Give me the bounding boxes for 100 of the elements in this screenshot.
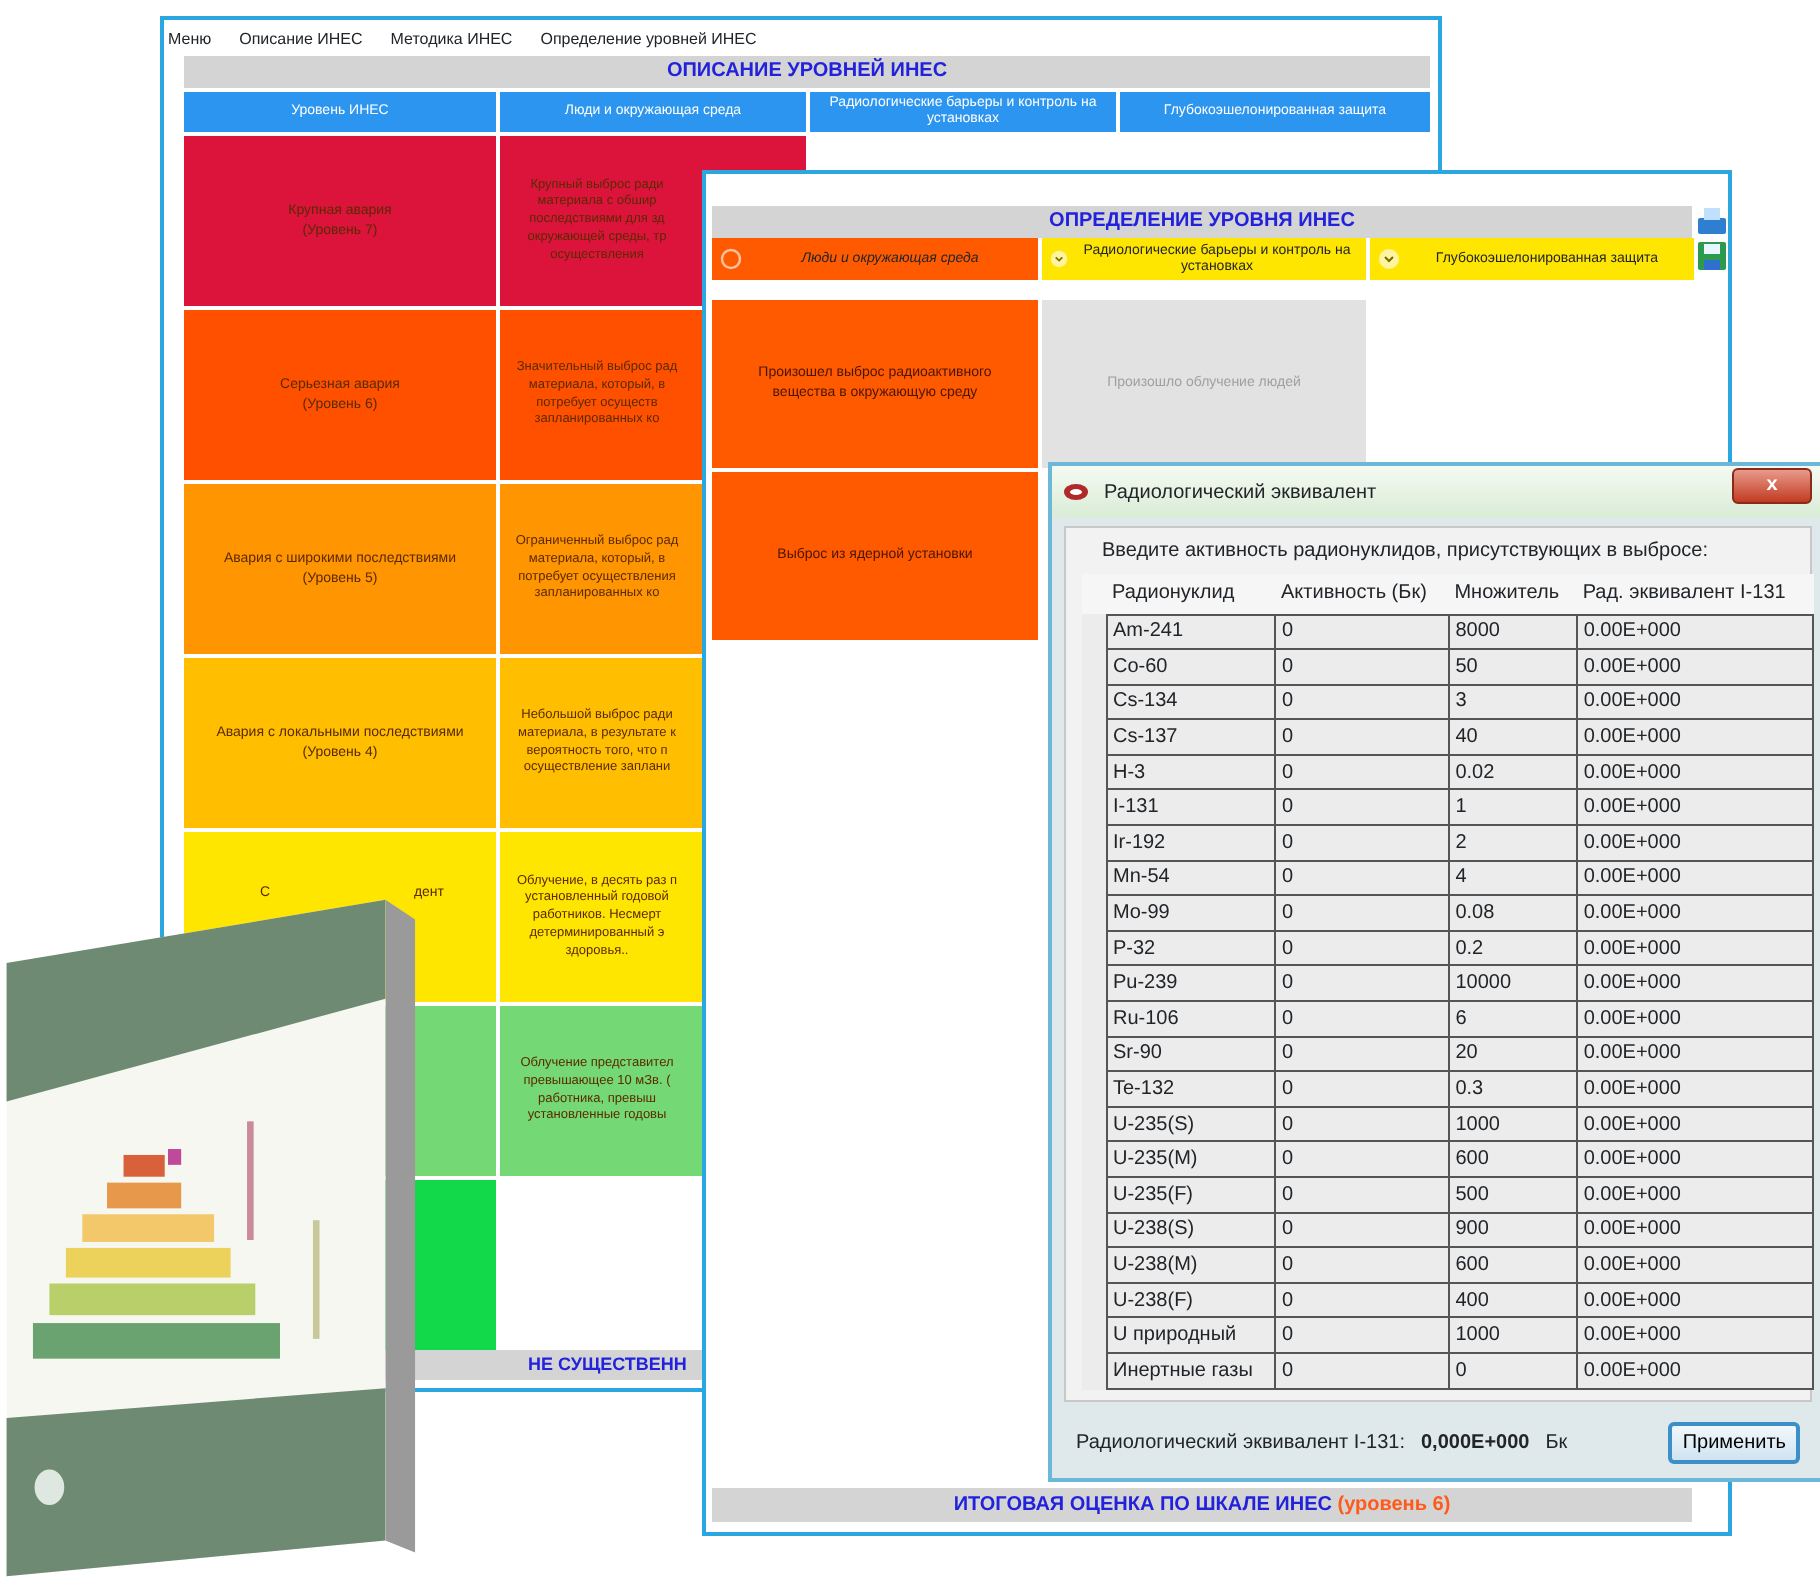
input-cell[interactable]: 0 bbox=[1275, 684, 1449, 720]
input-cell[interactable]: 0 bbox=[1275, 789, 1449, 826]
apply-button[interactable]: Применить bbox=[1668, 1422, 1800, 1464]
table-cell: 0.00E+000 bbox=[1576, 719, 1813, 755]
table-cell: 0.00E+000 bbox=[1576, 860, 1813, 896]
table-cell: P-32 bbox=[1106, 930, 1276, 966]
chevron-icon bbox=[1378, 248, 1400, 270]
table-cell: 0.02 bbox=[1448, 754, 1577, 790]
table-cell: 0.00E+000 bbox=[1576, 1282, 1813, 1318]
table-cell: 0.00E+000 bbox=[1576, 1071, 1813, 1107]
table-cell: 4 bbox=[1448, 860, 1577, 896]
table-cell: Am-241 bbox=[1106, 614, 1276, 650]
table-cell: U природный bbox=[1106, 1317, 1276, 1353]
section-title: ОПИСАНИЕ УРОВНЕЙ ИНЕС bbox=[184, 56, 1430, 88]
table-cell: 0.00E+000 bbox=[1576, 1212, 1813, 1248]
table-cell: Ir-192 bbox=[1106, 825, 1276, 861]
table-cell: 0.00E+000 bbox=[1576, 1317, 1813, 1353]
table-cell: 0.00E+000 bbox=[1576, 754, 1813, 790]
table-cell: U-235(F) bbox=[1106, 1177, 1276, 1213]
table-cell: 0.00E+000 bbox=[1576, 825, 1813, 861]
table-cell: 0.00E+000 bbox=[1576, 965, 1813, 1002]
table-cell: 1 bbox=[1448, 789, 1577, 826]
table-cell: Ru-106 bbox=[1106, 1001, 1276, 1037]
input-cell[interactable]: 0 bbox=[1275, 1141, 1449, 1177]
table-cell: 40 bbox=[1448, 719, 1577, 755]
input-cell[interactable]: 0 bbox=[1275, 1001, 1449, 1037]
table-cell: 0.00E+000 bbox=[1576, 1247, 1813, 1283]
table-cell: 0.00E+000 bbox=[1576, 1001, 1813, 1037]
table-cell: I-131 bbox=[1106, 789, 1276, 826]
input-cell[interactable]: 0 bbox=[1275, 754, 1449, 790]
table-cell: Инертные газы bbox=[1106, 1352, 1276, 1389]
input-cell[interactable]: 0 bbox=[1275, 1106, 1449, 1142]
input-cell[interactable]: 0 bbox=[1275, 1247, 1449, 1283]
table-cell: 0.00E+000 bbox=[1576, 930, 1813, 966]
menu-item[interactable]: Меню bbox=[168, 28, 212, 56]
table-cell: Cs-134 bbox=[1106, 684, 1276, 720]
table-cell: Mo-99 bbox=[1106, 895, 1276, 931]
input-cell[interactable]: 0 bbox=[1275, 1177, 1449, 1213]
table-cell: 0 bbox=[1448, 1352, 1577, 1389]
input-cell[interactable]: 0 bbox=[1275, 930, 1449, 966]
table-cell: Co-60 bbox=[1106, 649, 1276, 685]
menu-item[interactable]: Определение уровней ИНЕС bbox=[540, 28, 757, 56]
chevron-icon bbox=[1050, 248, 1069, 270]
table-cell: 2 bbox=[1448, 825, 1577, 861]
table-cell: 0.2 bbox=[1448, 930, 1577, 966]
table-cell: 0.00E+000 bbox=[1576, 1106, 1813, 1142]
input-cell[interactable]: 0 bbox=[1275, 1036, 1449, 1072]
table-cell: 0.00E+000 bbox=[1576, 1036, 1813, 1072]
column-header: Рад. эквивалент I-131 bbox=[1576, 574, 1813, 614]
table-cell: 0.3 bbox=[1448, 1071, 1577, 1107]
column-header: Радионуклид bbox=[1106, 574, 1276, 614]
instruction-text: Введите активность радионуклидов, присутствующих в выбросе: bbox=[1102, 538, 1710, 566]
column-header: Множитель bbox=[1448, 574, 1577, 614]
table-cell: 0.00E+000 bbox=[1576, 789, 1813, 826]
table-cell: 0.00E+000 bbox=[1576, 614, 1813, 650]
input-cell[interactable]: 0 bbox=[1275, 1282, 1449, 1318]
total-label: Радиологический эквивалент I-131: bbox=[1076, 1430, 1405, 1458]
table-cell: 400 bbox=[1448, 1282, 1577, 1318]
table-cell: 600 bbox=[1448, 1141, 1577, 1177]
table-cell: Mn-54 bbox=[1106, 860, 1276, 896]
input-cell[interactable]: 0 bbox=[1275, 614, 1449, 650]
table-cell: 1000 bbox=[1448, 1317, 1577, 1353]
input-cell[interactable]: 0 bbox=[1275, 1212, 1449, 1248]
table-cell: 1000 bbox=[1448, 1106, 1577, 1142]
input-cell[interactable]: 0 bbox=[1275, 719, 1449, 755]
table-cell: U-238(S) bbox=[1106, 1212, 1276, 1248]
menu-item[interactable]: Описание ИНЕС bbox=[239, 28, 363, 56]
table-cell: Te-132 bbox=[1106, 1071, 1276, 1107]
table-cell: 0.00E+000 bbox=[1576, 895, 1813, 931]
input-cell[interactable]: 0 bbox=[1275, 649, 1449, 685]
table-cell: 8000 bbox=[1448, 614, 1577, 650]
circle-icon bbox=[720, 248, 742, 270]
input-cell[interactable]: 0 bbox=[1275, 895, 1449, 931]
table-cell: 3 bbox=[1448, 684, 1577, 720]
table-cell: 10000 bbox=[1448, 965, 1577, 1002]
menu-item[interactable]: Методика ИНЕС bbox=[390, 28, 513, 56]
table-cell: 900 bbox=[1448, 1212, 1577, 1248]
input-cell[interactable]: 0 bbox=[1275, 860, 1449, 896]
total-value: 0,000E+000 bbox=[1421, 1430, 1530, 1458]
table-cell: 0.00E+000 bbox=[1576, 1352, 1813, 1389]
table-cell: 500 bbox=[1448, 1177, 1577, 1213]
input-cell[interactable]: 0 bbox=[1275, 965, 1449, 1002]
table-cell: U-235(M) bbox=[1106, 1141, 1276, 1177]
table-cell: 20 bbox=[1448, 1036, 1577, 1072]
table-cell: U-235(S) bbox=[1106, 1106, 1276, 1142]
table-cell: U-238(F) bbox=[1106, 1282, 1276, 1318]
input-cell[interactable]: 0 bbox=[1275, 1071, 1449, 1107]
input-cell[interactable]: 0 bbox=[1275, 1317, 1449, 1353]
input-cell[interactable]: 0 bbox=[1275, 1352, 1449, 1389]
table-cell: Cs-137 bbox=[1106, 719, 1276, 755]
save-icon[interactable] bbox=[1698, 242, 1726, 270]
table-cell: 0.00E+000 bbox=[1576, 649, 1813, 685]
table-cell: 600 bbox=[1448, 1247, 1577, 1283]
input-cell[interactable]: 0 bbox=[1275, 825, 1449, 861]
result-bar: ИТОГОВАЯ ОЦЕНКА ПО ШКАЛЕ ИНЕС (уровень 6) bbox=[712, 1488, 1692, 1522]
unit-label: Бк bbox=[1545, 1430, 1570, 1458]
print-icon[interactable] bbox=[1698, 206, 1726, 234]
table-cell: Sr-90 bbox=[1106, 1036, 1276, 1072]
table-cell: 0.00E+000 bbox=[1576, 1141, 1813, 1177]
table-cell: Pu-239 bbox=[1106, 965, 1276, 1002]
